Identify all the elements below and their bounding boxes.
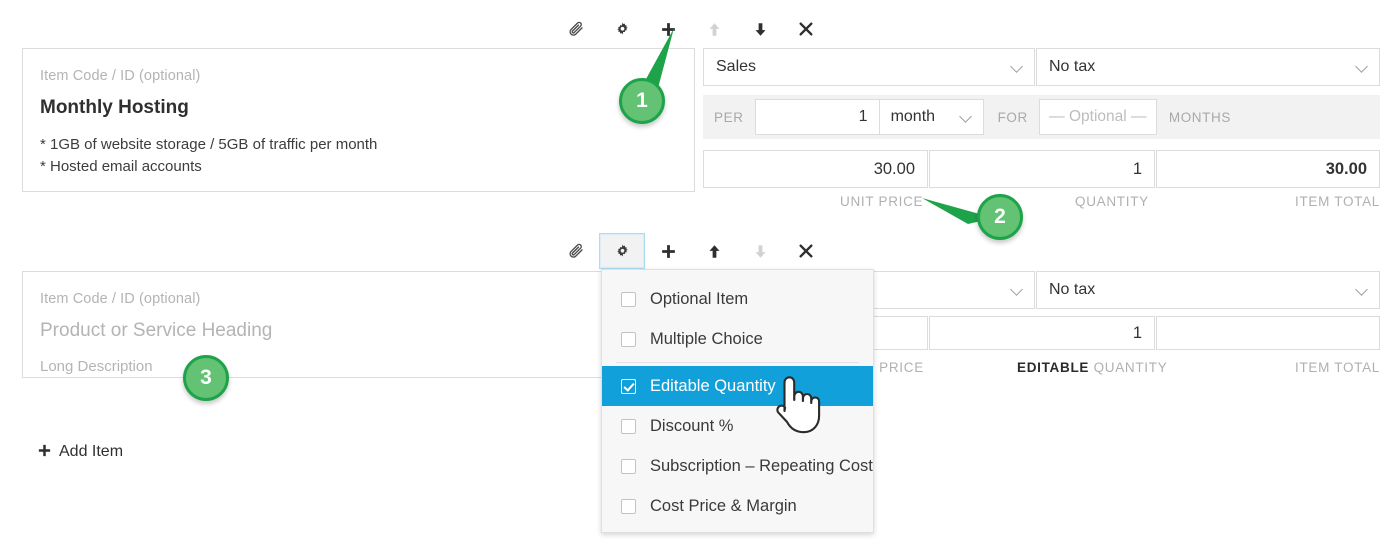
row-1-subscription-strip: PER 1 month FOR — Optional — MONTHS [703, 95, 1380, 139]
plus-icon [37, 442, 52, 462]
row-2-item-total-caption: ITEM TOTAL [1295, 360, 1381, 375]
add-row-icon[interactable] [645, 233, 691, 269]
invoice-line-items-editor: Item Code / ID (optional) Monthly Hostin… [0, 0, 1400, 558]
chevron-down-icon [1012, 61, 1023, 72]
menu-item-label: Editable Quantity [650, 376, 776, 395]
row-1-tax-value: No tax [1049, 58, 1096, 75]
callout-badge-3: 3 [183, 355, 229, 401]
move-down-icon[interactable] [737, 233, 783, 269]
menu-item-label: Subscription – Repeating Cost [650, 456, 873, 475]
row-1-toolbar [553, 11, 829, 47]
row-1-unit-price-caption: UNIT PRICE [840, 194, 924, 209]
checkbox-optional-item[interactable] [621, 291, 636, 307]
row-1-description-line: * 1GB of website storage / 5GB of traffi… [40, 136, 378, 153]
callout-badge-2: 2 [977, 194, 1023, 240]
row-1-tax-select[interactable]: No tax [1036, 48, 1380, 86]
row-2-toolbar [553, 233, 829, 269]
callout-badge-number: 2 [994, 205, 1006, 228]
checkbox-discount[interactable] [621, 418, 636, 434]
menu-item-multiple-choice[interactable]: Multiple Choice [602, 319, 873, 359]
row-1-subscription-period-qty[interactable]: 1 [754, 99, 880, 135]
row-2-quantity-caption-prefix: EDITABLE [1017, 360, 1090, 375]
row-1-account-value: Sales [716, 58, 757, 75]
row-2-item-code-placeholder[interactable]: Item Code / ID (optional) [40, 291, 200, 307]
attach-icon[interactable] [553, 233, 599, 269]
row-1-subscription-period-unit-value: month [890, 108, 936, 125]
row-1-description-card[interactable]: Item Code / ID (optional) Monthly Hostin… [22, 48, 695, 192]
row-2-quantity-caption-text: QUANTITY [1093, 360, 1168, 375]
row-1-account-select[interactable]: Sales [703, 48, 1035, 86]
row-1-item-total-input[interactable]: 30.00 [1156, 150, 1380, 188]
row-2-description-card[interactable]: Item Code / ID (optional) Product or Ser… [22, 271, 695, 378]
move-up-icon[interactable] [691, 11, 737, 47]
attach-icon[interactable] [553, 11, 599, 47]
menu-item-label: Optional Item [650, 289, 749, 308]
row-1-subscription-duration[interactable]: — Optional — [1038, 99, 1157, 135]
menu-item-editable-quantity[interactable]: Editable Quantity [602, 366, 873, 406]
menu-item-optional-item[interactable]: Optional Item [602, 279, 873, 319]
row-2-tax-value: No tax [1049, 281, 1096, 298]
add-row-icon[interactable] [645, 11, 691, 47]
add-item-label: Add Item [59, 443, 124, 460]
row-2-tax-select[interactable]: No tax [1036, 271, 1380, 309]
row-1-quantity-input[interactable]: 1 [929, 150, 1155, 188]
row-1-subscription-period-qty-value: 1 [858, 108, 868, 125]
row-1-quantity-value: 1 [1132, 159, 1142, 178]
menu-item-cost-price-margin[interactable]: Cost Price & Margin [602, 486, 873, 526]
row-1-title[interactable]: Monthly Hosting [40, 97, 189, 119]
row-1-subscription-duration-value: — Optional — [1049, 108, 1147, 125]
menu-item-discount[interactable]: Discount % [602, 406, 873, 446]
checkbox-multiple-choice[interactable] [621, 331, 636, 347]
chevron-down-icon [1012, 284, 1023, 295]
callout-badge-number: 3 [200, 366, 212, 389]
row-1-unit-price-value: 30.00 [873, 159, 915, 178]
chevron-down-icon [961, 111, 972, 122]
row-1-item-total-caption: ITEM TOTAL [1295, 194, 1381, 209]
gear-icon[interactable] [599, 233, 645, 269]
move-down-icon[interactable] [737, 11, 783, 47]
chevron-down-icon [1357, 61, 1368, 72]
callout-badge-number: 1 [636, 89, 648, 112]
menu-item-label: Discount % [650, 416, 734, 435]
row-2-quantity-caption: EDITABLE QUANTITY [1017, 360, 1167, 375]
menu-item-label: Multiple Choice [650, 329, 763, 348]
checkbox-subscription[interactable] [621, 458, 636, 474]
menu-separator [616, 362, 859, 363]
move-up-icon[interactable] [691, 233, 737, 269]
remove-row-icon[interactable] [783, 11, 829, 47]
add-item-button[interactable]: Add Item [37, 442, 123, 462]
menu-item-subscription[interactable]: Subscription – Repeating Cost [602, 446, 873, 486]
row-2-description-placeholder[interactable]: Long Description [40, 356, 153, 378]
row-2-quantity-input[interactable]: 1 [929, 316, 1155, 350]
row-1-item-total-value: 30.00 [1325, 159, 1367, 178]
for-label: FOR [997, 109, 1028, 125]
row-1-item-code-placeholder[interactable]: Item Code / ID (optional) [40, 68, 200, 84]
row-1-unit-price-input[interactable]: 30.00 [703, 150, 928, 188]
row-1-quantity-caption: QUANTITY [1075, 194, 1149, 209]
row-1-description[interactable]: * 1GB of website storage / 5GB of traffi… [40, 134, 377, 178]
menu-item-label: Cost Price & Margin [650, 496, 797, 515]
row-1-description-line: * Hosted email accounts [40, 158, 202, 175]
checkbox-cost-price-margin[interactable] [621, 498, 636, 514]
remove-row-icon[interactable] [783, 233, 829, 269]
chevron-down-icon [1357, 284, 1368, 295]
row-2-item-total-input[interactable] [1156, 316, 1380, 350]
months-label: MONTHS [1168, 109, 1231, 125]
row-2-title-placeholder[interactable]: Product or Service Heading [40, 320, 272, 342]
row-2-unit-price-caption: T PRICE [866, 360, 924, 375]
row-1-subscription-period-unit-select[interactable]: month [878, 99, 984, 135]
line-item-options-menu: Optional Item Multiple Choice Editable Q… [601, 269, 874, 533]
row-2-quantity-value: 1 [1132, 323, 1142, 342]
gear-icon[interactable] [599, 11, 645, 47]
callout-badge-1: 1 [619, 78, 665, 124]
per-label: PER [714, 109, 744, 125]
checkbox-editable-quantity[interactable] [621, 378, 636, 394]
